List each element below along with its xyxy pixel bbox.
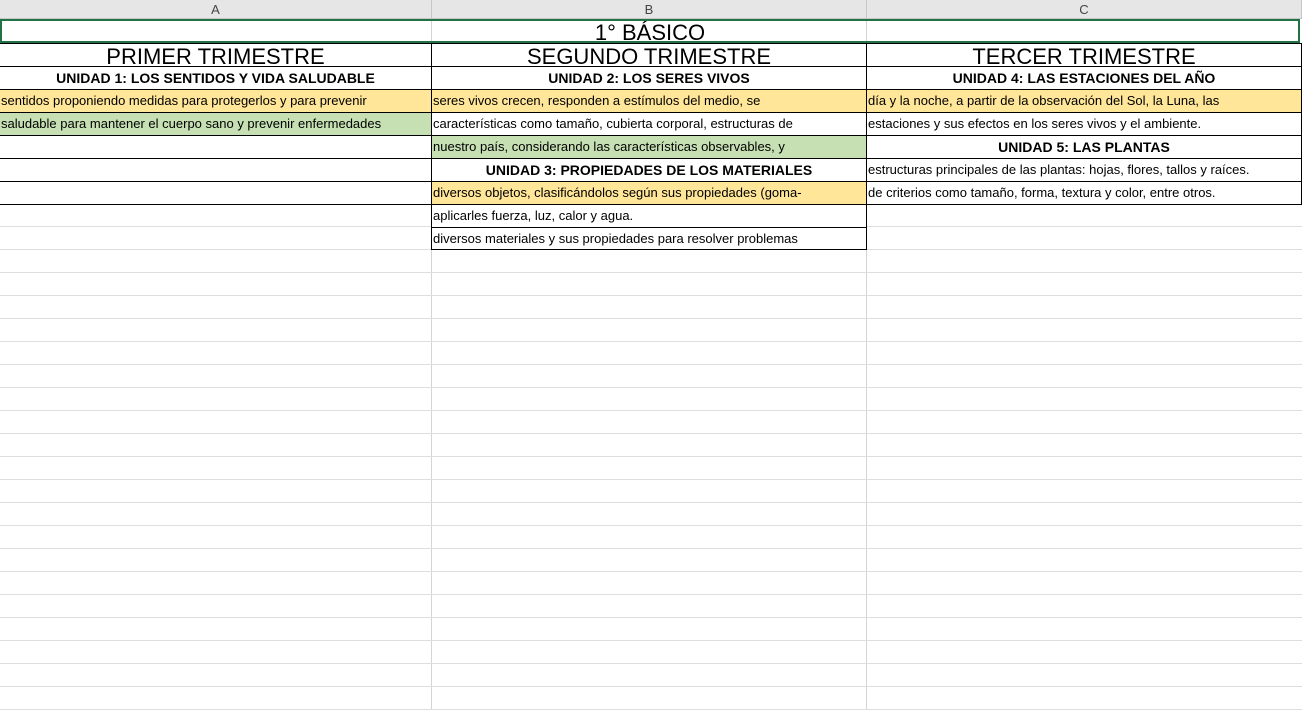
cell-a4[interactable]: sentidos proponiendo medidas para proteg…	[0, 89, 432, 113]
cell-a6[interactable]	[0, 135, 432, 159]
gridline-row	[0, 663, 1302, 664]
gridline-row	[0, 594, 1302, 595]
gridline-row	[0, 571, 1302, 572]
column-header-c[interactable]: C	[867, 0, 1302, 19]
gridline-row	[0, 525, 1302, 526]
gridline-row	[0, 272, 1302, 273]
gridline-row	[0, 295, 1302, 296]
unit-2-heading[interactable]: UNIDAD 2: LOS SERES VIVOS	[431, 66, 867, 90]
gridline-row	[0, 433, 1302, 434]
gridline-row	[0, 226, 432, 227]
cell-c8[interactable]: de criterios como tamaño, forma, textura…	[866, 181, 1302, 205]
sheet-title-cell[interactable]: 1° BÁSICO	[0, 20, 1300, 44]
column-header-a[interactable]: A	[0, 0, 432, 19]
gridline-row	[0, 502, 1302, 503]
cell-b4[interactable]: seres vivos crecen, responden a estímulo…	[431, 89, 867, 113]
gridline-row	[0, 387, 1302, 388]
gridline-row	[0, 617, 1302, 618]
gridline-row	[0, 548, 1302, 549]
cell-a5[interactable]: saludable para mantener el cuerpo sano y…	[0, 112, 432, 136]
unit-4-heading[interactable]: UNIDAD 4: LAS ESTACIONES DEL AÑO	[866, 66, 1302, 90]
cell-b9[interactable]: aplicarles fuerza, luz, calor y agua.	[431, 204, 867, 228]
cell-b10[interactable]: diversos materiales y sus propiedades pa…	[431, 227, 867, 250]
trimester-header-2[interactable]: SEGUNDO TRIMESTRE	[431, 43, 867, 67]
gridline-row	[0, 341, 1302, 342]
gridline-row	[0, 364, 1302, 365]
trimester-header-3[interactable]: TERCER TRIMESTRE	[866, 43, 1302, 67]
cell-c4[interactable]: día y la noche, a partir de la observaci…	[866, 89, 1302, 113]
gridline-row	[0, 479, 1302, 480]
unit-5-heading[interactable]: UNIDAD 5: LAS PLANTAS	[866, 135, 1302, 159]
gridline-row	[0, 318, 1302, 319]
cell-c7[interactable]: estructuras principales de las plantas: …	[866, 158, 1302, 182]
gridline-row	[867, 226, 1302, 227]
gridline-row	[0, 640, 1302, 641]
spreadsheet-grid: A B C 1° BÁSICO PRIMER TRIMESTRE SEGUNDO…	[0, 0, 1302, 710]
cell-b8[interactable]: diversos objetos, clasificándolos según …	[431, 181, 867, 205]
cell-b6[interactable]: nuestro país, considerando las caracterí…	[431, 135, 867, 159]
cell-b5[interactable]: características como tamaño, cubierta co…	[431, 112, 867, 136]
column-header-b[interactable]: B	[432, 0, 867, 19]
unit-3-heading[interactable]: UNIDAD 3: PROPIEDADES DE LOS MATERIALES	[431, 158, 867, 182]
trimester-header-1[interactable]: PRIMER TRIMESTRE	[0, 43, 432, 67]
cell-c5[interactable]: estaciones y sus efectos en los seres vi…	[866, 112, 1302, 136]
unit-1-heading[interactable]: UNIDAD 1: LOS SENTIDOS Y VIDA SALUDABLE	[0, 66, 432, 90]
cell-a8[interactable]	[0, 181, 432, 205]
cell-a7[interactable]	[0, 158, 432, 182]
gridline-row	[0, 410, 1302, 411]
gridline-row	[0, 686, 1302, 687]
gridline-row	[0, 456, 1302, 457]
